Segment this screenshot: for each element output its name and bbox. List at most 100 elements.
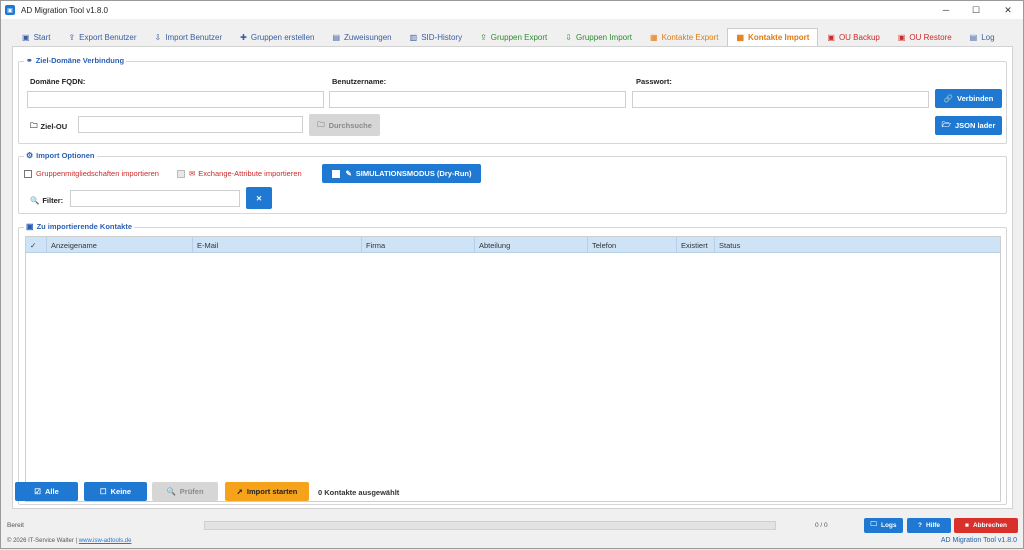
start-import-button[interactable]: ➚ Import starten	[225, 482, 309, 501]
help-button[interactable]: ? Hilfe	[907, 518, 951, 533]
tab-icon: ▤	[969, 33, 978, 42]
version-text: AD Migration Tool v1.8.0	[940, 537, 1017, 544]
tab-content-kontakte-import: ⚭ Ziel-Domäne Verbindung Domäne FQDN: Ben…	[12, 46, 1013, 509]
column-header-status[interactable]: Status	[714, 237, 1000, 253]
target-ou-label: Ziel-OU	[40, 122, 68, 131]
gear-icon: ⚙	[26, 151, 34, 160]
column-header-department[interactable]: Abteilung	[474, 237, 587, 253]
tab-label: Gruppen Export	[490, 33, 548, 42]
username-input[interactable]	[329, 91, 626, 108]
contacts-table[interactable]: ✓ Anzeigename E-Mail Firma Abteilung Tel…	[25, 236, 1001, 502]
column-header-phone[interactable]: Telefon	[587, 237, 676, 253]
maximize-icon: ☐	[971, 4, 981, 15]
tab-icon: ▣	[827, 33, 835, 42]
select-none-button[interactable]: ☐ Keine	[84, 482, 147, 501]
browse-button[interactable]: 🗀 Durchsuche	[309, 114, 380, 136]
help-button-label: Hilfe	[925, 522, 941, 529]
column-header-name[interactable]: Anzeigename	[46, 237, 192, 253]
tab-label: Start	[33, 33, 51, 42]
tab-gruppen-import[interactable]: ⇩ Gruppen Import	[556, 28, 641, 46]
check-square-icon: ☑	[34, 487, 41, 496]
progress-bar	[204, 521, 776, 530]
table-header: ✓ Anzeigename E-Mail Firma Abteilung Tel…	[26, 237, 1000, 253]
contacts-icon: ▣	[26, 222, 34, 231]
tab-label: Import Benutzer	[165, 33, 223, 42]
tab-gruppen-erstellen[interactable]: ✚ Gruppen erstellen	[231, 28, 323, 46]
selected-count-text: 0 Kontakte ausgewählt	[318, 488, 400, 497]
check-button[interactable]: 🔍 Prüfen	[152, 482, 218, 501]
exchange-checkbox-label: Exchange-Attribute importieren	[198, 169, 302, 178]
cancel-button[interactable]: ■ Abbrechen	[954, 518, 1018, 533]
tab-kontakte-export[interactable]: ▦ Kontakte Export	[641, 28, 727, 46]
contacts-title: ▣ Zu importierende Kontakte	[24, 222, 134, 231]
tab-label: OU Backup	[838, 33, 880, 42]
tab-label: Log	[981, 33, 995, 42]
column-header-company[interactable]: Firma	[361, 237, 474, 253]
ziel-domain-title-text: Ziel-Domäne Verbindung	[35, 56, 125, 65]
tab-label: Export Benutzer	[79, 33, 137, 42]
column-header-exists[interactable]: Existiert	[676, 237, 714, 253]
clear-filter-button[interactable]: ✕	[246, 187, 272, 209]
tab-import-benutzer[interactable]: ⇩ Import Benutzer	[146, 28, 232, 46]
tab-icon: ▦	[650, 33, 658, 42]
stop-icon: ■	[965, 522, 969, 529]
tab-start[interactable]: ▣ Start	[13, 28, 59, 46]
cancel-button-label: Abbrechen	[972, 522, 1007, 529]
password-label: Passwort:	[636, 77, 672, 86]
import-options-group: ⚙ Import Optionen Gruppenmitgliedschaften…	[18, 151, 1007, 214]
start-import-label: Import starten	[246, 487, 298, 496]
search-icon: 🔍	[30, 196, 40, 205]
tab-icon: ▤	[332, 33, 341, 42]
column-header-email[interactable]: E-Mail	[192, 237, 361, 253]
import-options-title: ⚙ Import Optionen	[24, 151, 97, 160]
tab-label: Zuweisungen	[344, 33, 392, 42]
tab-icon: ⇩	[565, 33, 572, 42]
link-icon: ⚭	[26, 56, 33, 65]
app-logo-icon: ▣	[5, 5, 15, 15]
tab-sid-history[interactable]: ▥ SID-History	[401, 28, 471, 46]
ziel-domain-group: ⚭ Ziel-Domäne Verbindung Domäne FQDN: Ben…	[18, 56, 1007, 144]
website-link[interactable]: www.isw-adtools.de	[79, 538, 132, 544]
minimize-icon: ─	[942, 5, 950, 15]
import-options-title-text: Import Optionen	[36, 151, 95, 160]
tab-icon: ✚	[240, 33, 247, 42]
tab-label: Gruppen erstellen	[250, 33, 315, 42]
groups-checkbox[interactable]: Gruppenmitgliedschaften importieren	[24, 169, 159, 178]
column-header-select[interactable]: ✓	[26, 237, 46, 253]
tab-zuweisungen[interactable]: ▤ Zuweisungen	[323, 28, 400, 46]
tab-label: SID-History	[421, 33, 463, 42]
username-label: Benutzername:	[332, 77, 387, 86]
filter-label-wrap: 🔍 Filter:	[30, 196, 63, 205]
simulation-checkbox-box	[331, 169, 340, 178]
connect-button-label: Verbinden	[957, 94, 994, 103]
close-window-button[interactable]: ✕	[993, 1, 1023, 19]
domain-fqdn-input[interactable]	[27, 91, 324, 108]
close-icon: ✕	[1004, 4, 1012, 15]
checkbox-box	[177, 169, 185, 178]
tab-log[interactable]: ▤ Log	[961, 28, 1004, 46]
exchange-checkbox[interactable]: ✉ Exchange-Attribute importieren	[177, 169, 302, 178]
groups-checkbox-label: Gruppenmitgliedschaften importieren	[36, 169, 159, 178]
folder-icon: 🗀	[870, 521, 877, 528]
filter-input[interactable]	[70, 190, 240, 207]
simulation-mode-button[interactable]: ✎ SIMULATIONSMODUS (Dry-Run)	[322, 164, 481, 183]
tab-export-benutzer[interactable]: ⇪ Export Benutzer	[59, 28, 145, 46]
tab-icon: ▣	[22, 33, 30, 42]
maximize-button[interactable]: ☐	[961, 1, 991, 19]
tab-gruppen-export[interactable]: ⇪ Gruppen Export	[471, 28, 556, 46]
rocket-icon: ➚	[236, 487, 243, 496]
window-title: AD Migration Tool v1.8.0	[21, 5, 109, 15]
tab-kontakte-import[interactable]: ▦ Kontakte Import	[727, 28, 819, 46]
select-all-button[interactable]: ☑ Alle	[15, 482, 78, 501]
tab-ou-backup[interactable]: ▣ OU Backup	[818, 28, 888, 46]
app-window: ▣ AD Migration Tool v1.8.0 ─ ☐ ✕ ▣ Start ⇪…	[0, 0, 1024, 549]
target-ou-input[interactable]	[78, 116, 303, 133]
tab-ou-restore[interactable]: ▣ OU Restore	[889, 28, 961, 46]
contacts-title-text: Zu importierende Kontakte	[36, 222, 132, 231]
password-input[interactable]	[632, 91, 929, 108]
tab-label: OU Restore	[909, 33, 952, 42]
logs-button[interactable]: 🗀 Logs	[864, 518, 903, 533]
load-json-button[interactable]: 🗁 JSON lader	[935, 116, 1002, 135]
minimize-button[interactable]: ─	[931, 1, 961, 19]
connect-button[interactable]: 🔗 Verbinden	[935, 89, 1002, 108]
